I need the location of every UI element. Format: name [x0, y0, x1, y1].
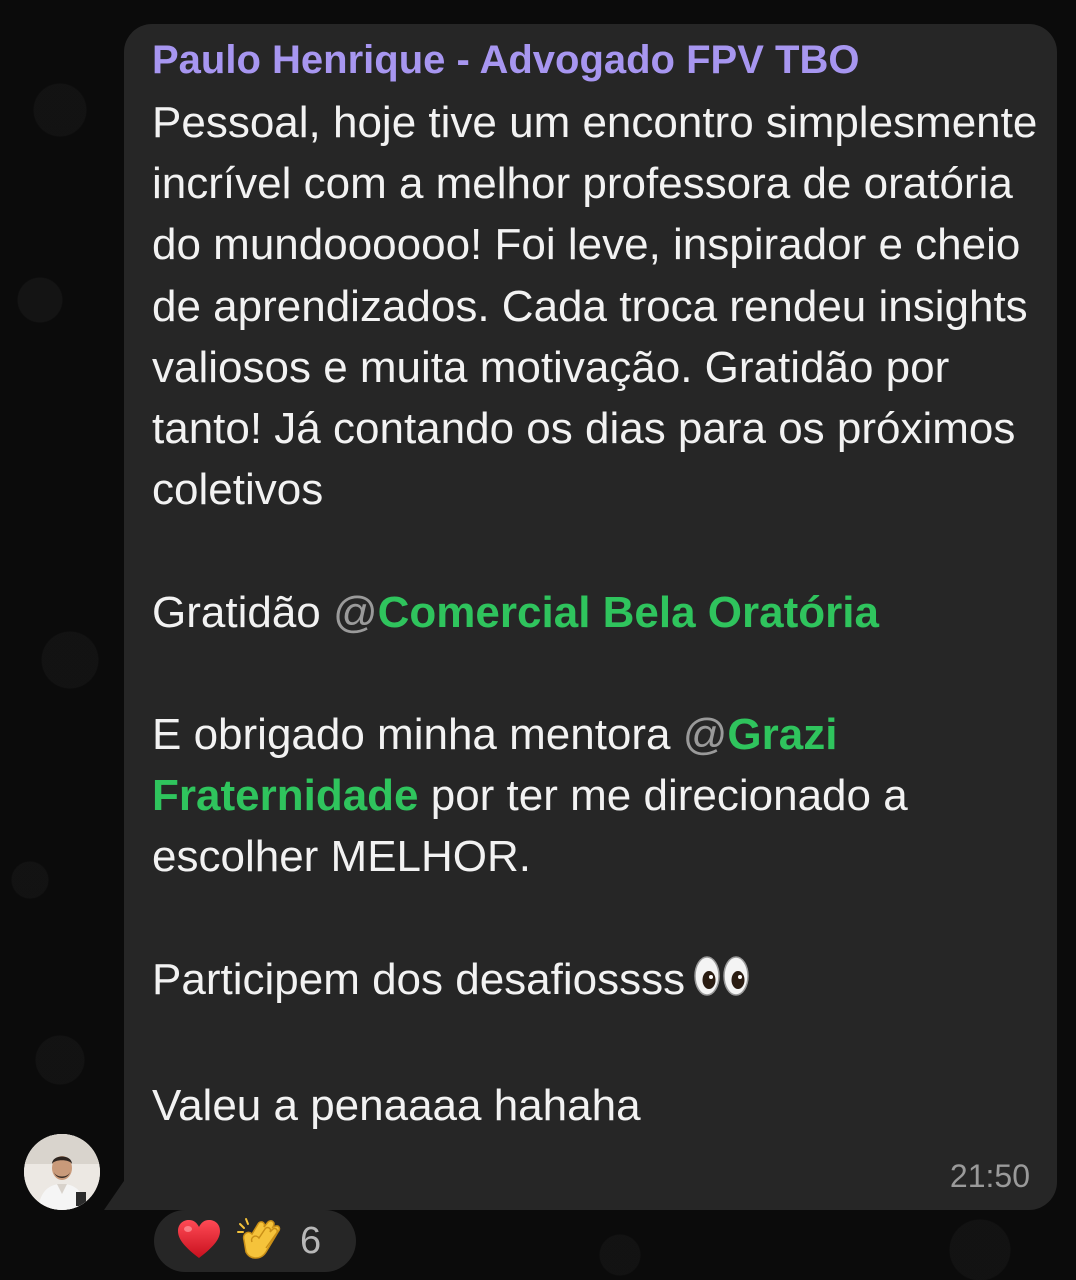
sender-avatar[interactable]	[24, 1134, 100, 1210]
message-paragraph: Gratidão @Comercial Bela Oratória	[152, 587, 879, 637]
mention-link[interactable]: Comercial Bela Oratória	[378, 588, 879, 637]
message-timestamp: 21:50	[949, 1158, 1030, 1194]
heart-icon	[176, 1218, 222, 1265]
message-bubble-tail	[104, 1178, 126, 1210]
sender-name[interactable]: Paulo Henrique - Advogado FPV TBO	[152, 38, 859, 83]
eyes-emoji-icon	[693, 953, 751, 1014]
mention-at-symbol: @	[332, 587, 378, 637]
message-paragraph: Pessoal, hoje tive um encontro simplesme…	[152, 98, 1038, 515]
mention-at-symbol: @	[682, 710, 728, 760]
message-paragraph: Participem dos desafiossss	[152, 949, 1042, 1014]
message-paragraph: Valeu a penaaaa hahaha	[152, 1081, 641, 1131]
reactions-pill[interactable]: 6	[154, 1210, 356, 1272]
clapping-hands-icon	[236, 1216, 284, 1267]
message-text: Pessoal, hoje tive um encontro simplesme…	[152, 92, 1042, 1136]
message-paragraph: E obrigado minha mentora @Grazi Fraterni…	[152, 710, 920, 882]
reaction-count: 6	[300, 1219, 322, 1262]
